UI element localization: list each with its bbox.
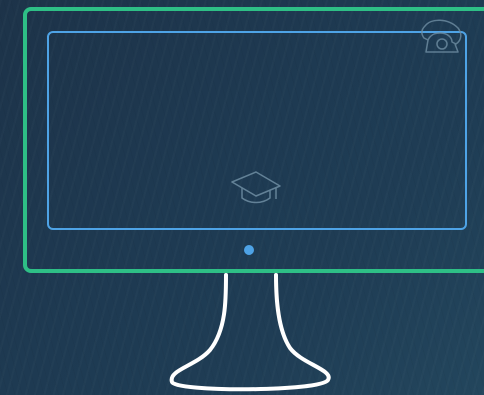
power-led (244, 245, 254, 255)
monitor-illustration (23, 7, 484, 392)
illustration-canvas (0, 0, 484, 395)
monitor-stand (169, 273, 331, 392)
graduation-cap-icon (231, 171, 281, 204)
monitor-bezel (23, 7, 484, 273)
monitor-screen (47, 31, 467, 230)
phone-icon (421, 19, 462, 53)
